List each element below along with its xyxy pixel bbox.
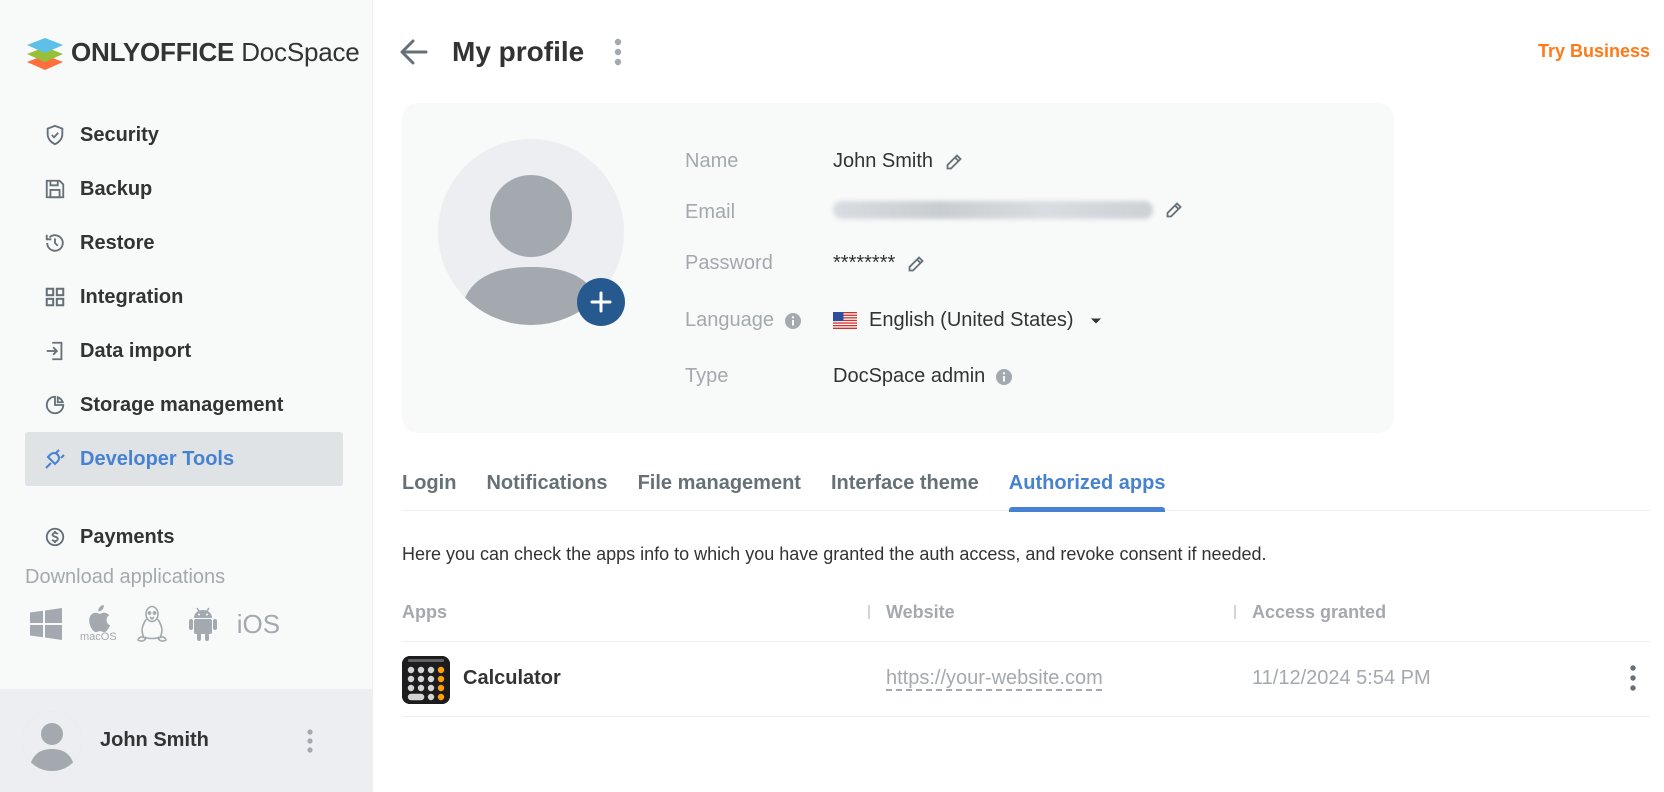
edit-password-pencil-icon[interactable] [907, 255, 925, 273]
sidebar-item-label: Storage management [80, 393, 284, 416]
password-label: Password [685, 252, 773, 274]
app-name: Calculator [463, 667, 561, 689]
sidebar-item-label: Data import [80, 339, 192, 362]
android-icon[interactable] [187, 606, 219, 642]
email-label: Email [685, 201, 736, 223]
email-value [833, 201, 1183, 219]
chevron-down-icon[interactable] [1090, 317, 1102, 325]
app-website-link[interactable]: https://your-website.com [886, 667, 1103, 690]
sidebar-item-restore[interactable]: Restore [25, 216, 343, 270]
type-label: Type [685, 365, 729, 387]
sidebar-item-label: Integration [80, 285, 184, 308]
sidebar-item-label: Payments [80, 525, 175, 548]
sidebar: ONLYOFFICE DocSpace Security Backup Rest… [0, 0, 373, 792]
onlyoffice-logo-icon [27, 38, 63, 70]
sidebar-item-label: Developer Tools [80, 447, 235, 470]
grid-icon [42, 284, 68, 310]
type-value: DocSpace admin [833, 365, 1013, 388]
page-title: My profile [452, 36, 585, 67]
current-user-bar[interactable]: John Smith [0, 689, 373, 792]
import-icon [42, 338, 68, 364]
type-text: DocSpace admin [833, 365, 986, 387]
profile-card: Name John Smith Email Password ******** … [402, 103, 1394, 433]
dollar-circle-icon [42, 524, 68, 550]
language-info-icon[interactable] [784, 312, 802, 330]
column-header-website[interactable]: Website [886, 602, 955, 623]
table-row[interactable]: Calculator https://your-website.com 11/1… [402, 643, 1650, 717]
calculator-app-icon [402, 656, 450, 704]
email-blurred [833, 201, 1153, 219]
history-icon [42, 230, 68, 256]
password-value: ******** [833, 252, 925, 275]
name-label: Name [685, 150, 739, 172]
download-apps-list: macOS iOS [30, 605, 280, 643]
sidebar-item-payments[interactable]: Payments [25, 510, 343, 564]
table-header: Apps Website Access granted [402, 598, 1650, 642]
logo-text: ONLYOFFICE DocSpace [71, 36, 360, 67]
name-text: John Smith [833, 150, 934, 172]
column-header-apps[interactable]: Apps [402, 602, 447, 623]
sidebar-item-storage-management[interactable]: Storage management [25, 378, 343, 432]
user-name: John Smith [100, 729, 209, 751]
row-menu-dots-icon[interactable] [1630, 665, 1636, 691]
authorized-apps-description: Here you can check the apps info to whic… [402, 544, 1267, 564]
plug-icon [42, 446, 68, 472]
pie-chart-icon [42, 392, 68, 418]
type-info-icon[interactable] [995, 368, 1013, 386]
download-applications-title: Download applications [25, 566, 226, 588]
us-flag-icon [833, 312, 857, 329]
floppy-icon [42, 176, 68, 202]
page-header: My profile [400, 30, 622, 74]
sidebar-item-label: Backup [80, 177, 153, 200]
try-business-link[interactable]: Try Business [1538, 41, 1650, 62]
sidebar-item-data-import[interactable]: Data import [25, 324, 343, 378]
sidebar-item-developer-tools[interactable]: Developer Tools [25, 432, 343, 486]
edit-name-pencil-icon[interactable] [945, 153, 963, 171]
windows-icon[interactable] [30, 608, 62, 640]
column-resize-handle[interactable] [1234, 605, 1236, 619]
sidebar-item-backup[interactable]: Backup [25, 162, 343, 216]
tab-interface-theme[interactable]: Interface theme [831, 466, 979, 511]
edit-email-pencil-icon[interactable] [1165, 201, 1183, 219]
name-value: John Smith [833, 150, 963, 173]
add-avatar-button[interactable] [577, 278, 625, 326]
language-value: English (United States) [869, 309, 1074, 331]
sidebar-item-label: Security [80, 123, 159, 146]
linux-icon[interactable] [135, 605, 169, 643]
password-text: ******** [833, 252, 896, 274]
language-label: Language [685, 309, 802, 332]
macos-icon[interactable]: macOS [80, 605, 117, 643]
column-resize-handle[interactable] [868, 605, 870, 619]
tab-file-management[interactable]: File management [638, 466, 801, 511]
sidebar-item-integration[interactable]: Integration [25, 270, 343, 324]
user-avatar [22, 710, 82, 771]
tab-login[interactable]: Login [402, 466, 456, 511]
sidebar-item-label: Restore [80, 231, 155, 254]
tab-authorized-apps[interactable]: Authorized apps [1008, 466, 1165, 512]
profile-menu-dots-icon[interactable] [614, 38, 622, 66]
app-access-granted: 11/12/2024 5:54 PM [1252, 667, 1431, 689]
column-header-access-granted[interactable]: Access granted [1252, 602, 1386, 623]
sidebar-item-security[interactable]: Security [25, 108, 343, 162]
back-arrow-icon[interactable] [400, 39, 428, 65]
logo[interactable]: ONLYOFFICE DocSpace [25, 33, 360, 71]
ios-icon[interactable]: iOS [237, 609, 280, 640]
tab-notifications[interactable]: Notifications [486, 466, 607, 511]
user-menu-dots-icon[interactable] [307, 729, 313, 758]
shield-icon [42, 122, 68, 148]
profile-tabs: Login Notifications File management Inte… [402, 466, 1650, 512]
language-select[interactable]: English (United States) [833, 309, 1102, 332]
sidebar-nav: Security Backup Restore Integration Data… [25, 108, 343, 564]
